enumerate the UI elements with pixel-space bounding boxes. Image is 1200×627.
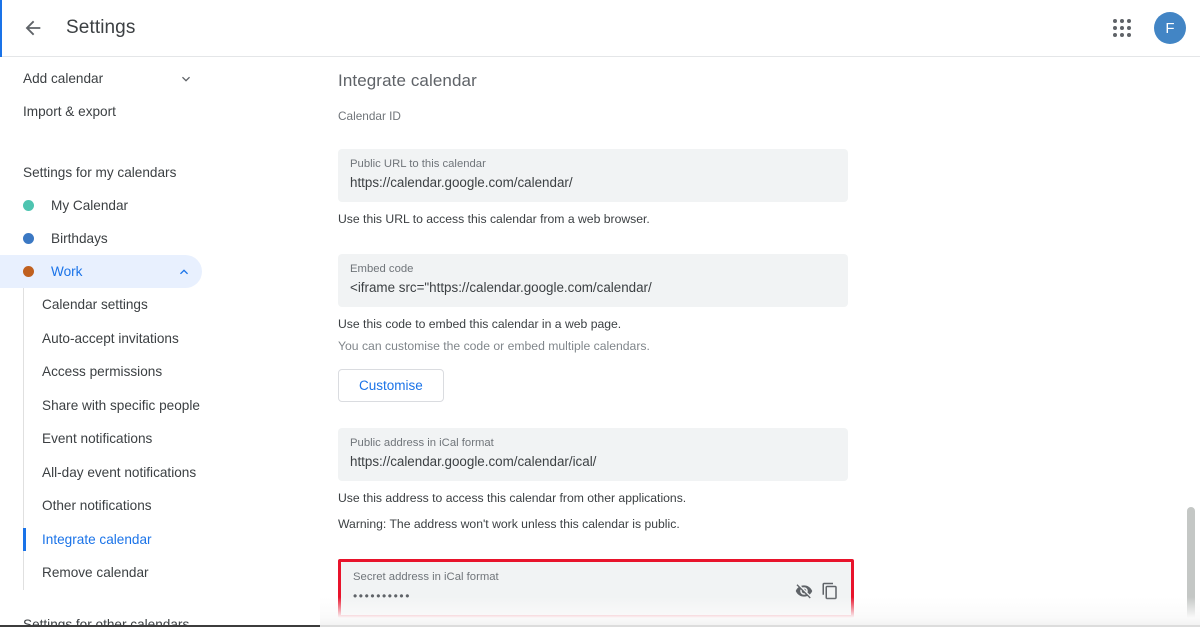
sidebar-item-label: Work (51, 264, 83, 279)
public-ical-label: Public address in iCal format (350, 437, 494, 449)
public-url-label: Public URL to this calendar (350, 158, 486, 170)
public-url-hint: Use this URL to access this calendar fro… (338, 212, 650, 226)
sidebar-item-my-calendar[interactable]: My Calendar (0, 189, 202, 222)
sidebar-item-label: Birthdays (51, 231, 108, 246)
avatar[interactable]: F (1154, 12, 1186, 44)
sidebar-item-label: My Calendar (51, 198, 129, 213)
embed-code-field[interactable]: Embed code <iframe src="https://calendar… (338, 254, 848, 307)
sidebar-item-integrate-calendar[interactable]: Integrate calendar (23, 523, 320, 557)
sidebar-item-label: Calendar settings (42, 297, 148, 313)
public-ical-value: https://calendar.google.com/calendar/ica… (350, 454, 597, 469)
top-app-bar: Settings F (0, 0, 1200, 57)
sidebar-item-label: Share with specific people (42, 397, 200, 413)
secret-ical-label: Secret address in iCal format (353, 571, 499, 583)
sidebar-item-birthdays[interactable]: Birthdays (0, 222, 202, 255)
eye-off-icon[interactable] (795, 582, 813, 600)
calendar-id-label: Calendar ID (338, 109, 401, 123)
chevron-down-icon[interactable] (178, 71, 194, 87)
public-ical-field[interactable]: Public address in iCal format https://ca… (338, 428, 848, 481)
embed-code-label: Embed code (350, 263, 414, 275)
calendar-color-dot (23, 200, 34, 211)
public-url-value: https://calendar.google.com/calendar/ (350, 175, 573, 190)
sidebar-item-other-notifications[interactable]: Other notifications (24, 489, 320, 523)
sidebar-item-label: Remove calendar (42, 565, 149, 581)
sidebar-item-auto-accept-invitations[interactable]: Auto-accept invitations (24, 322, 320, 356)
section-title: Integrate calendar (338, 71, 477, 90)
sidebar-item-all-day-event-notifications[interactable]: All-day event notifications (24, 456, 320, 490)
sidebar-item-label: Auto-accept invitations (42, 330, 179, 346)
public-url-field[interactable]: Public URL to this calendar https://cale… (338, 149, 848, 202)
customise-button[interactable]: Customise (338, 369, 444, 402)
main-content: Integrate calendar Calendar ID Public UR… (320, 57, 1200, 627)
copy-icon[interactable] (821, 582, 839, 600)
sidebar-item-event-notifications[interactable]: Event notifications (24, 422, 320, 456)
sidebar-subnav-work: Calendar settings Auto-accept invitation… (23, 288, 320, 590)
sidebar-section-my-calendars: Settings for my calendars (23, 164, 177, 180)
sidebar-item-label: Event notifications (42, 431, 153, 447)
scrollbar-track[interactable] (1186, 57, 1198, 627)
chevron-up-icon[interactable] (176, 264, 192, 280)
calendar-color-dot (23, 266, 34, 277)
settings-page: Settings F Add calendar Import & export … (0, 0, 1200, 627)
top-bar-actions: F (1104, 10, 1186, 46)
sidebar-item-label: Integrate calendar (42, 531, 152, 547)
secret-ical-value: •••••••••• (353, 589, 412, 603)
sidebar-item-access-permissions[interactable]: Access permissions (24, 355, 320, 389)
sidebar: Add calendar Import & export Settings fo… (0, 57, 320, 627)
sidebar-item-import-export[interactable]: Import & export (0, 95, 320, 128)
sidebar-item-label: Other notifications (42, 498, 152, 514)
sidebar-item-remove-calendar[interactable]: Remove calendar (24, 556, 320, 590)
sidebar-item-share-with-specific-people[interactable]: Share with specific people (24, 389, 320, 423)
secret-ical-highlight-box: Secret address in iCal format •••••••••• (338, 559, 854, 618)
sidebar-item-add-calendar[interactable]: Add calendar (0, 62, 320, 95)
back-arrow-icon[interactable] (18, 13, 48, 43)
embed-code-subhint: You can customise the code or embed mult… (338, 339, 650, 353)
secret-ical-actions (795, 570, 839, 600)
calendar-color-dot (23, 233, 34, 244)
secret-ical-field[interactable]: Secret address in iCal format •••••••••• (341, 562, 851, 615)
window-left-edge (0, 0, 2, 57)
public-ical-hint: Use this address to access this calendar… (338, 491, 687, 505)
sidebar-item-calendar-settings[interactable]: Calendar settings (24, 288, 320, 322)
page-title: Settings (66, 17, 136, 38)
apps-grid-icon[interactable] (1104, 10, 1140, 46)
sidebar-item-label: Access permissions (42, 364, 163, 380)
public-ical-warning: Warning: The address won't work unless t… (338, 517, 680, 531)
embed-code-value: <iframe src="https://calendar.google.com… (350, 280, 652, 295)
sidebar-item-label: Add calendar (23, 71, 104, 86)
scrollbar-thumb[interactable] (1187, 507, 1195, 627)
sidebar-item-label: Import & export (23, 104, 116, 119)
sidebar-item-work[interactable]: Work (0, 255, 202, 288)
sidebar-item-label: All-day event notifications (42, 464, 197, 480)
embed-code-hint: Use this code to embed this calendar in … (338, 317, 622, 331)
